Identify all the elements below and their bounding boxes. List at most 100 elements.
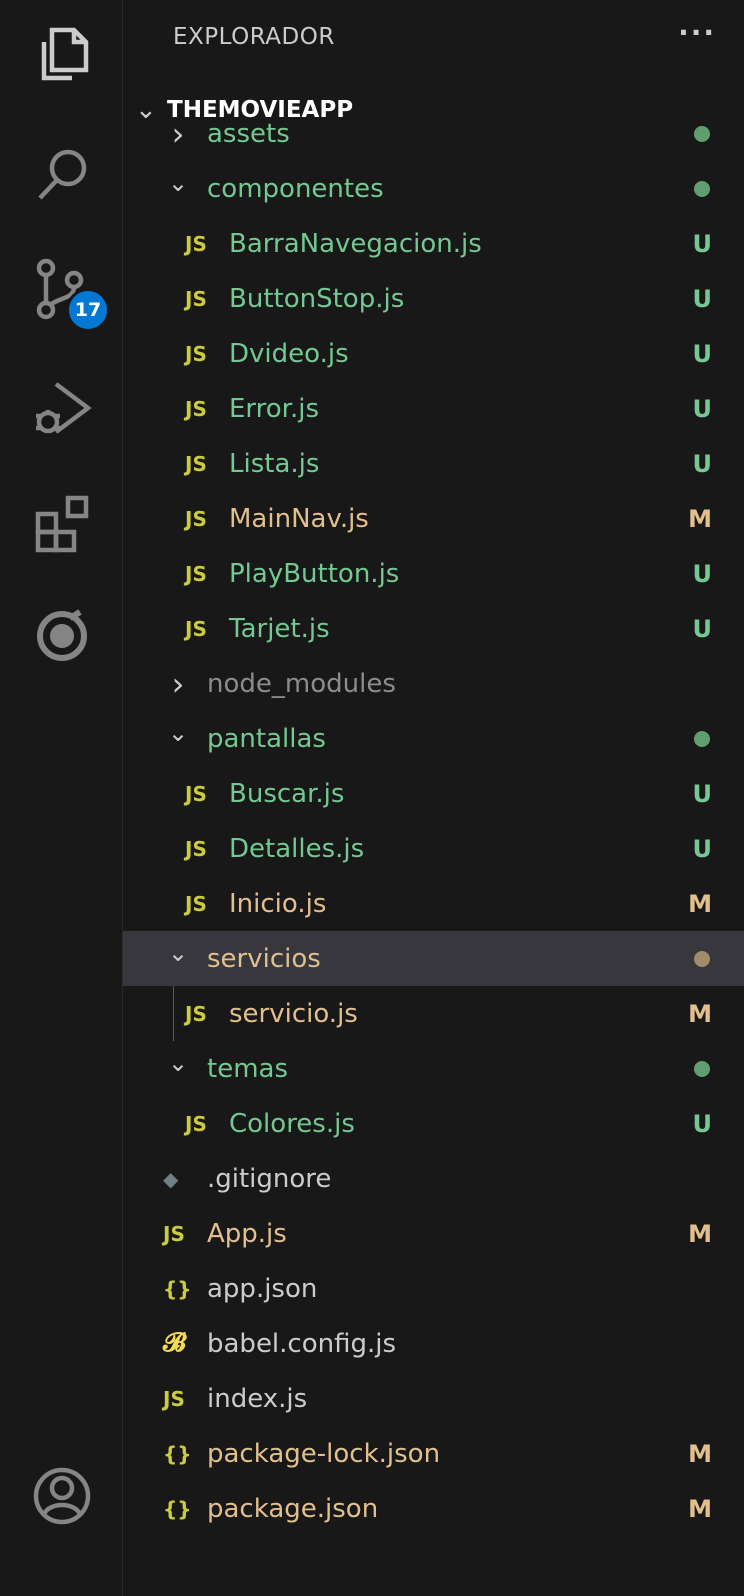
tree-item-label: pantallas	[207, 723, 326, 754]
git-status-badge: M	[688, 504, 712, 533]
explorer-sidebar: EXPLORADOR ··· ⌄ THEMOVIEAPP › assets ⌄ com…	[123, 0, 744, 1596]
chevron-right-icon: ›	[171, 114, 185, 153]
git-status-badge: U	[692, 339, 713, 368]
git-status-dot	[694, 1060, 710, 1077]
tree-folder[interactable]: ⌄ temas	[123, 1041, 744, 1096]
file-tree: › assets ⌄ componentes JS BarraNavegacion.js U…	[123, 112, 744, 1582]
js-file-icon: JS	[185, 836, 207, 861]
tree-folder[interactable]: ⌄ servicios	[123, 931, 744, 986]
source-control-icon[interactable]: 17	[26, 252, 110, 332]
tree-item-label: Tarjet.js	[229, 613, 330, 644]
tree-item-label: Dvideo.js	[229, 338, 349, 369]
tree-file[interactable]: JS Dvideo.js U	[123, 326, 744, 381]
files-icon[interactable]	[26, 18, 98, 90]
search-icon[interactable]	[26, 138, 98, 210]
tree-file[interactable]: JS Tarjet.js U	[123, 601, 744, 656]
tree-item-label: BarraNavegacion.js	[229, 228, 482, 259]
tree-item-label: servicio.js	[229, 998, 358, 1029]
tree-file[interactable]: JS Inicio.js M	[123, 876, 744, 931]
tree-item-label: App.js	[207, 1218, 287, 1249]
git-status-badge: U	[692, 559, 713, 588]
git-status-badge: M	[688, 1439, 712, 1468]
tree-file[interactable]: JS MainNav.js M	[123, 491, 744, 546]
js-file-icon: JS	[185, 506, 207, 531]
indent-guide	[173, 986, 174, 1041]
tree-file[interactable]: JS Buscar.js U	[123, 766, 744, 821]
json-file-icon: {}	[163, 1496, 192, 1521]
more-actions-button[interactable]: ···	[678, 16, 716, 49]
tree-file[interactable]: {} package.json M	[123, 1481, 744, 1536]
tree-file[interactable]: JS App.js M	[123, 1206, 744, 1261]
account-icon[interactable]	[26, 1460, 98, 1532]
tree-item-label: componentes	[207, 173, 384, 204]
git-status-dot	[694, 730, 710, 747]
tree-item-label: Inicio.js	[229, 888, 327, 919]
chevron-down-icon: ⌄	[167, 1048, 189, 1077]
js-file-icon: JS	[185, 1111, 207, 1136]
tree-folder[interactable]: ⌄ pantallas	[123, 711, 744, 766]
git-status-badge: M	[688, 999, 712, 1028]
tree-item-label: Error.js	[229, 393, 320, 424]
js-file-icon: JS	[185, 341, 207, 366]
tree-file[interactable]: JS BarraNavegacion.js U	[123, 216, 744, 271]
tree-item-label: temas	[207, 1053, 288, 1084]
remote-icon[interactable]	[26, 600, 98, 672]
js-file-icon: JS	[163, 1221, 185, 1246]
chevron-down-icon: ⌄	[167, 938, 189, 967]
tree-file[interactable]: JS ButtonStop.js U	[123, 271, 744, 326]
tree-item-label: assets	[207, 118, 290, 149]
js-file-icon: JS	[185, 561, 207, 586]
git-status-dot	[694, 950, 710, 967]
js-file-icon: JS	[185, 891, 207, 916]
tree-item-label: app.json	[207, 1273, 318, 1304]
js-file-icon: JS	[185, 781, 207, 806]
tree-file[interactable]: 𝓑babel.config.js	[123, 1316, 744, 1371]
chevron-down-icon: ⌄	[167, 718, 189, 747]
git-status-badge: U	[692, 449, 713, 478]
git-status-badge: U	[692, 779, 713, 808]
tree-file[interactable]: JS servicio.js M	[123, 986, 744, 1041]
git-status-badge: U	[692, 284, 713, 313]
git-status-dot	[694, 125, 710, 142]
tree-item-label: .gitignore	[207, 1163, 332, 1194]
tree-item-label: ButtonStop.js	[229, 283, 405, 314]
tree-file[interactable]: JS Colores.js U	[123, 1096, 744, 1151]
tree-file[interactable]: JS PlayButton.js U	[123, 546, 744, 601]
explorer-title: EXPLORADOR	[173, 24, 335, 50]
git-status-dot	[694, 180, 710, 197]
tree-file[interactable]: JS index.js	[123, 1371, 744, 1426]
tree-file[interactable]: {} package-lock.json M	[123, 1426, 744, 1481]
tree-file[interactable]: {} app.json	[123, 1261, 744, 1316]
tree-file[interactable]: ◆ .gitignore	[123, 1151, 744, 1206]
json-file-icon: {}	[163, 1441, 192, 1466]
js-file-icon: JS	[185, 451, 207, 476]
tree-item-label: Detalles.js	[229, 833, 365, 864]
tree-item-label: package-lock.json	[207, 1438, 441, 1469]
tree-item-label: Lista.js	[229, 448, 320, 479]
tree-file[interactable]: JS Error.js U	[123, 381, 744, 436]
tree-item-label: Buscar.js	[229, 778, 345, 809]
git-file-icon: ◆	[163, 1166, 179, 1191]
source-control-badge: 17	[66, 288, 110, 332]
js-file-icon: JS	[163, 1386, 185, 1411]
git-status-badge: M	[688, 1494, 712, 1523]
git-status-badge: U	[692, 1109, 713, 1138]
js-file-icon: JS	[185, 1001, 207, 1026]
tree-folder[interactable]: ⌄ componentes	[123, 161, 744, 216]
js-file-icon: JS	[185, 396, 207, 421]
chevron-right-icon: ›	[171, 664, 185, 703]
js-file-icon: JS	[185, 231, 207, 256]
json-file-icon: {}	[163, 1276, 192, 1301]
tree-folder[interactable]: › assets	[123, 112, 744, 161]
extensions-icon[interactable]	[26, 486, 98, 558]
tree-file[interactable]: JS Detalles.js U	[123, 821, 744, 876]
git-status-badge: U	[692, 614, 713, 643]
tree-file[interactable]: JS Lista.js U	[123, 436, 744, 491]
tree-item-label: babel.config.js	[207, 1328, 397, 1359]
run-debug-icon[interactable]	[26, 372, 98, 444]
js-file-icon: JS	[185, 616, 207, 641]
tree-item-label: index.js	[207, 1383, 308, 1414]
tree-folder[interactable]: › node_modules	[123, 656, 744, 711]
git-status-badge: M	[688, 1219, 712, 1248]
tree-item-label: MainNav.js	[229, 503, 369, 534]
